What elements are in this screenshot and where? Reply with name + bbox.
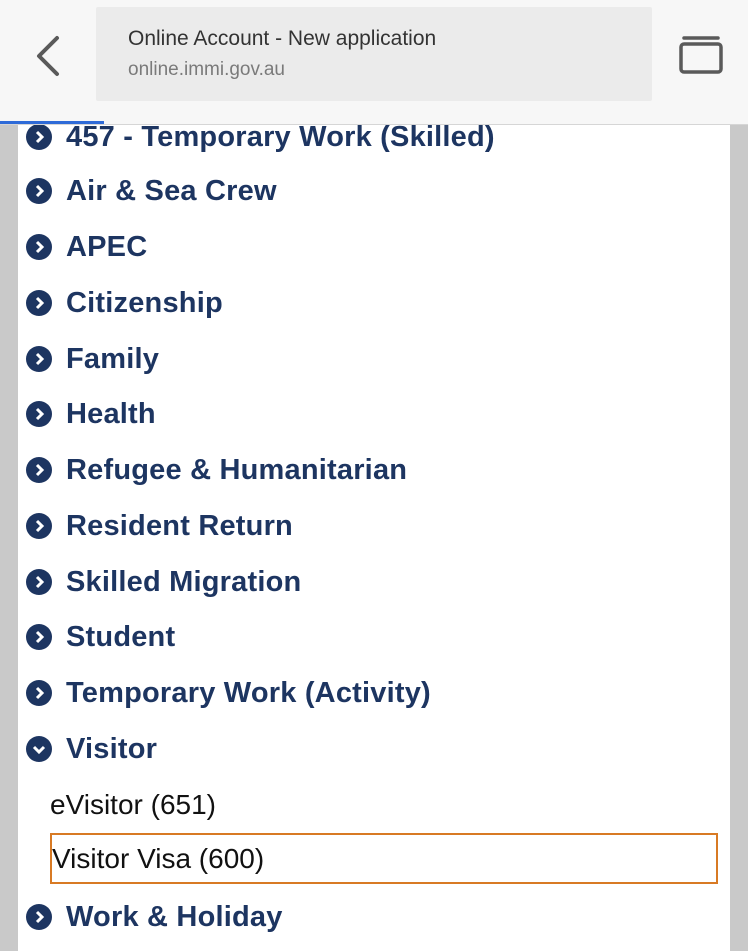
category-skilled-migration[interactable]: Skilled Migration: [26, 562, 301, 602]
chevron-right-circle-icon: [26, 457, 52, 483]
category-label: Health: [66, 397, 156, 430]
page-load-progress: [0, 121, 104, 124]
visa-option-evisitor[interactable]: eVisitor (651): [50, 785, 216, 825]
chevron-right-circle-icon: [26, 904, 52, 930]
chevron-right-circle-icon: [26, 290, 52, 316]
page-domain: online.immi.gov.au: [128, 59, 286, 80]
category-air-sea-crew[interactable]: Air & Sea Crew: [26, 171, 277, 211]
chevron-left-icon: [37, 36, 59, 76]
category-label: Work & Holiday: [66, 900, 283, 933]
category-label: Citizenship: [66, 286, 223, 319]
category-label: Student: [66, 620, 176, 653]
category-label: 457 - Temporary Work (Skilled): [66, 125, 495, 153]
chevron-down-circle-icon: [26, 736, 52, 762]
chevron-right-circle-icon: [26, 569, 52, 595]
category-apec[interactable]: APEC: [26, 227, 147, 267]
visa-category-list: 457 - Temporary Work (Skilled) Air & Sea…: [18, 125, 730, 951]
category-work-holiday[interactable]: Work & Holiday: [26, 897, 283, 937]
tabs-button[interactable]: [672, 30, 728, 82]
category-student[interactable]: Student: [26, 617, 175, 657]
chevron-right-circle-icon: [26, 234, 52, 260]
category-label: Temporary Work (Activity): [66, 676, 431, 709]
tabs-icon: [679, 36, 723, 74]
visa-option-visitor-visa[interactable]: Visitor Visa (600): [50, 833, 718, 884]
browser-toolbar: Online Account - New application online.…: [0, 0, 748, 125]
category-457-temporary-work[interactable]: 457 - Temporary Work (Skilled): [26, 125, 495, 157]
category-label: Resident Return: [66, 509, 293, 542]
chevron-right-circle-icon: [26, 401, 52, 427]
visa-option-label: Visitor Visa (600): [52, 842, 265, 874]
category-refugee-humanitarian[interactable]: Refugee & Humanitarian: [26, 450, 407, 490]
back-button[interactable]: [20, 28, 76, 84]
chevron-right-circle-icon: [26, 624, 52, 650]
chevron-right-circle-icon: [26, 346, 52, 372]
category-visitor[interactable]: Visitor: [26, 729, 157, 769]
category-label: Refugee & Humanitarian: [66, 453, 408, 486]
category-health[interactable]: Health: [26, 394, 156, 434]
category-label: Air & Sea Crew: [66, 174, 277, 207]
address-bar[interactable]: Online Account - New application online.…: [96, 7, 652, 101]
category-label: Family: [66, 342, 160, 375]
chevron-right-circle-icon: [26, 513, 52, 539]
category-citizenship[interactable]: Citizenship: [26, 283, 223, 323]
category-label: Skilled Migration: [66, 565, 302, 598]
category-temporary-work-activity[interactable]: Temporary Work (Activity): [26, 673, 431, 713]
category-label: APEC: [66, 230, 148, 263]
category-resident-return[interactable]: Resident Return: [26, 506, 293, 546]
category-label: Visitor: [66, 732, 158, 765]
chevron-right-circle-icon: [26, 125, 52, 150]
chevron-right-circle-icon: [26, 178, 52, 204]
page-title: Online Account - New application: [128, 27, 437, 50]
chevron-right-circle-icon: [26, 680, 52, 706]
category-family[interactable]: Family: [26, 339, 159, 379]
